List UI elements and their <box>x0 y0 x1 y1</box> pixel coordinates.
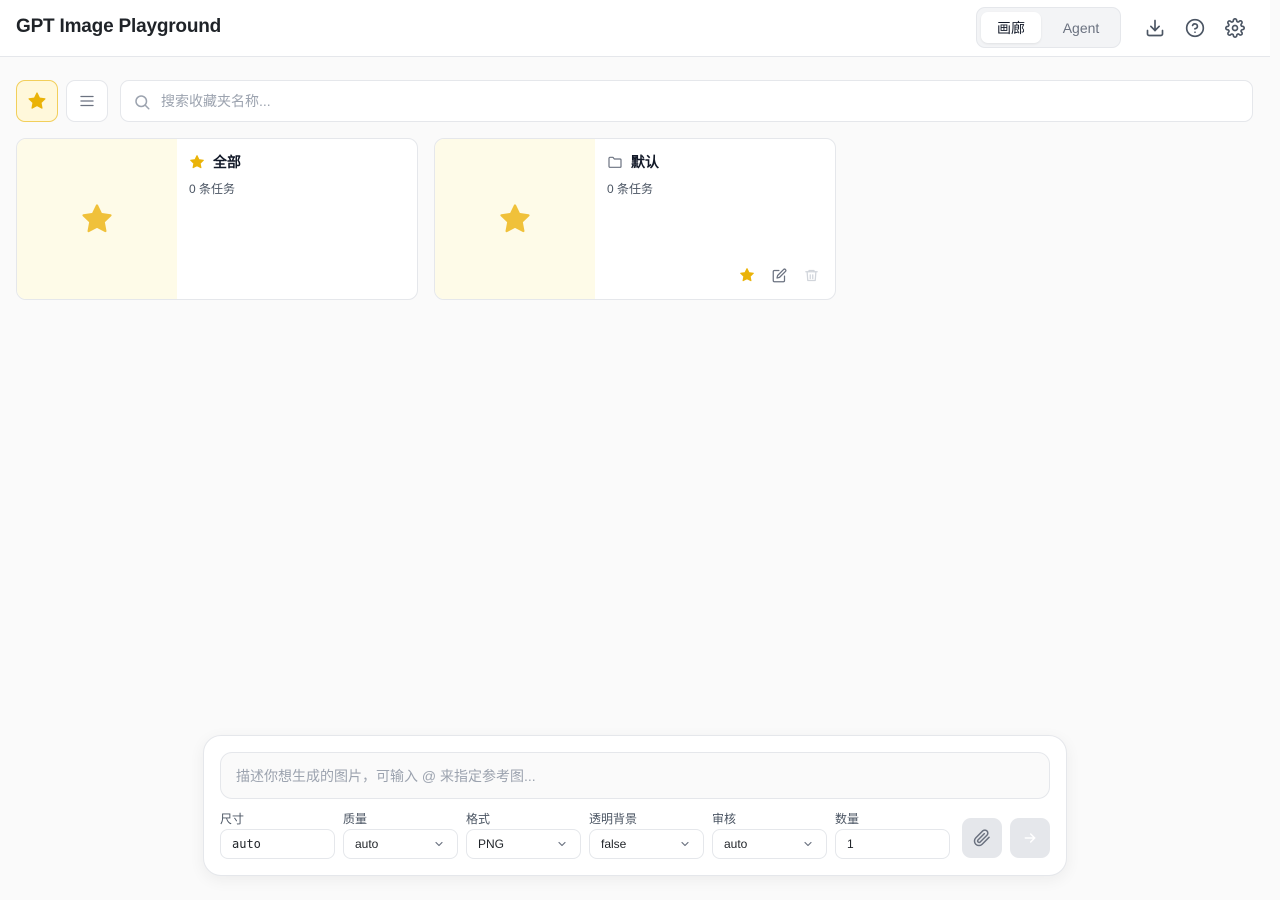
tab-gallery[interactable]: 画廊 <box>981 12 1041 43</box>
settings-icon[interactable] <box>1223 16 1247 40</box>
param-count: 数量 1 <box>835 811 950 859</box>
list-view-button[interactable] <box>66 80 108 122</box>
collection-name: 默认 <box>631 154 659 170</box>
param-label: 质量 <box>343 812 368 826</box>
select-value: false <box>601 837 627 851</box>
param-quality: 质量 auto <box>343 811 458 859</box>
send-button[interactable] <box>1010 818 1050 858</box>
attach-button[interactable] <box>962 818 1002 858</box>
collection-task-count: 0 条任务 <box>189 182 236 196</box>
transparent-background-select[interactable]: false <box>589 829 704 859</box>
param-label: 审核 <box>712 812 737 826</box>
arrow-right-icon <box>1024 833 1036 843</box>
tab-agent[interactable]: Agent <box>1047 12 1115 43</box>
collection-card-default[interactable]: 默认 0 条任务 <box>434 138 836 300</box>
star-icon <box>28 92 46 109</box>
size-input[interactable]: auto <box>220 829 335 859</box>
collection-task-count: 0 条任务 <box>607 182 654 196</box>
help-icon[interactable] <box>1183 16 1207 40</box>
param-size: 尺寸 auto <box>220 811 335 859</box>
edit-icon[interactable] <box>771 267 787 283</box>
prompt-composer: 尺寸 auto 质量 auto 格式 PNG 透明背景 false 审核 aut… <box>203 735 1067 876</box>
star-icon <box>190 155 204 169</box>
collection-thumbnail <box>17 139 177 299</box>
format-select[interactable]: PNG <box>466 829 581 859</box>
param-label: 尺寸 <box>220 812 245 826</box>
search-box <box>120 80 1253 122</box>
set-default-star-icon[interactable] <box>739 267 755 283</box>
download-icon[interactable] <box>1143 16 1167 40</box>
chevron-down-icon <box>435 841 443 847</box>
param-format: 格式 PNG <box>466 811 581 859</box>
favorites-view-button[interactable] <box>16 80 58 122</box>
trash-icon[interactable] <box>803 267 819 283</box>
quality-select[interactable]: auto <box>343 829 458 859</box>
collection-title-row: 全部 <box>189 152 241 172</box>
mode-switch: 画廊 Agent <box>976 7 1121 48</box>
menu-icon <box>80 95 94 107</box>
param-moderation: 审核 auto <box>712 811 827 859</box>
count-input[interactable]: 1 <box>835 829 950 859</box>
star-icon <box>82 204 112 233</box>
param-label: 格式 <box>466 812 491 826</box>
collection-name: 全部 <box>213 154 241 170</box>
param-transparent-background: 透明背景 false <box>589 811 704 859</box>
param-label: 透明背景 <box>589 812 638 826</box>
param-label: 数量 <box>835 812 860 826</box>
search-icon <box>135 95 150 110</box>
chevron-down-icon <box>804 841 812 847</box>
moderation-select[interactable]: auto <box>712 829 827 859</box>
app-header: GPT Image Playground 画廊 Agent <box>0 0 1270 57</box>
paperclip-icon <box>973 829 990 847</box>
collection-title-row: 默认 <box>607 152 659 172</box>
collection-card-all[interactable]: 全部 0 条任务 <box>16 138 418 300</box>
select-value: auto <box>355 837 379 851</box>
star-icon <box>500 204 530 233</box>
collection-actions <box>739 267 819 283</box>
app-title: GPT Image Playground <box>16 16 222 37</box>
select-value: PNG <box>478 837 505 851</box>
search-input[interactable] <box>161 81 1241 121</box>
collection-thumbnail <box>435 139 595 299</box>
folder-icon <box>608 156 622 168</box>
chevron-down-icon <box>681 841 689 847</box>
select-value: auto <box>724 837 748 851</box>
chevron-down-icon <box>558 841 566 847</box>
prompt-input[interactable] <box>220 752 1050 799</box>
